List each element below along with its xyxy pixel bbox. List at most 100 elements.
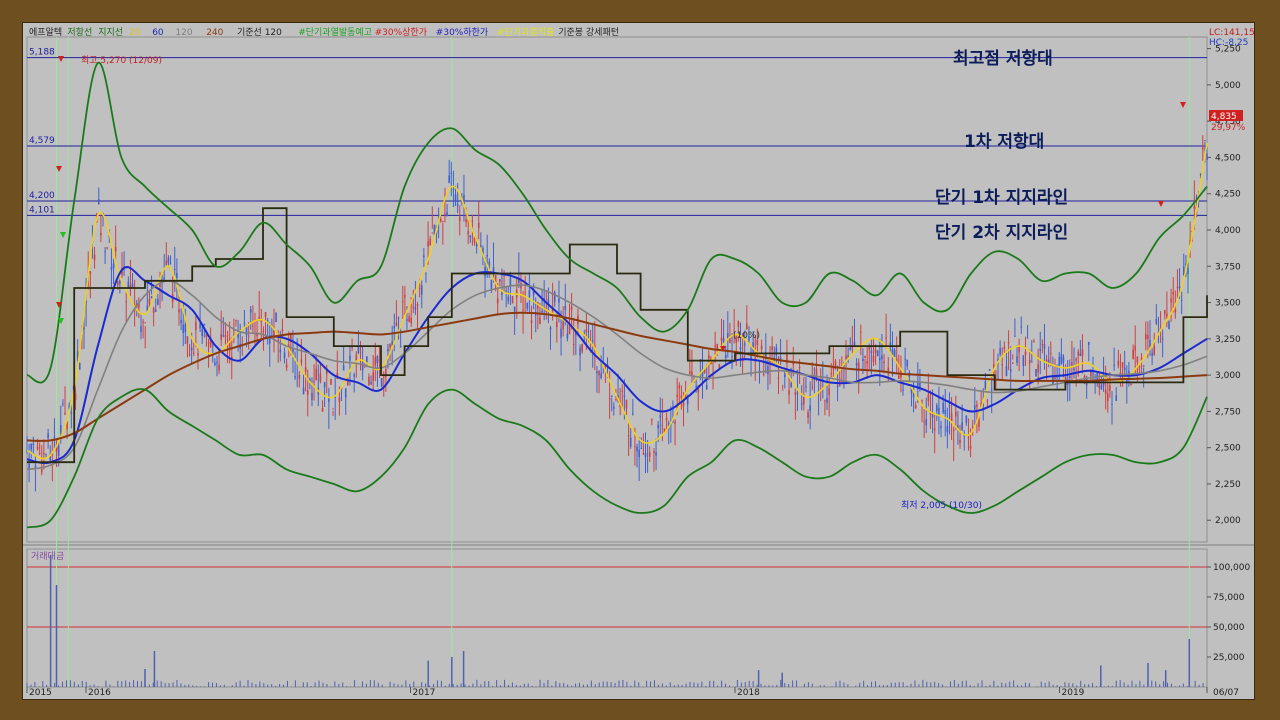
candle-body <box>608 398 611 400</box>
candle-body <box>104 251 106 253</box>
candle-body <box>1176 286 1179 288</box>
candle-body <box>613 406 615 409</box>
y-tick-label: 4,500 <box>1215 153 1241 163</box>
y-tick-label: 4,250 <box>1215 190 1241 200</box>
candle-body <box>408 316 410 322</box>
price-panel <box>26 36 1208 543</box>
candle-body <box>431 232 434 234</box>
candle-body <box>140 325 142 333</box>
candle-body <box>47 433 49 439</box>
candle-body <box>777 377 780 379</box>
candle-body <box>127 281 130 288</box>
candle-body <box>148 299 151 305</box>
y-tick-label: 4,000 <box>1215 226 1241 236</box>
candle-body <box>486 254 488 257</box>
candle-body <box>378 359 381 361</box>
candle-body <box>1100 385 1103 390</box>
candle-body <box>836 385 839 387</box>
toolbar-item: 20 <box>129 28 141 38</box>
candle-body <box>509 278 512 287</box>
candle-body <box>627 435 630 437</box>
candle-body <box>864 355 866 359</box>
candle-body <box>1147 335 1149 339</box>
candle-body <box>826 397 828 403</box>
toolbar-item: #30%상한가 <box>375 27 427 38</box>
toolbar-item: #단기과열적출 <box>497 26 554 38</box>
candle-body <box>1009 369 1012 372</box>
candle-body <box>114 246 117 252</box>
candle-body <box>1005 366 1008 376</box>
y-tick-label: 5,000 <box>1215 81 1241 91</box>
candle-body <box>372 372 374 381</box>
candle-body <box>893 349 896 357</box>
candle-body <box>1172 292 1175 295</box>
candle-body <box>857 362 860 370</box>
candle-body <box>1039 349 1042 351</box>
candle-body <box>89 271 92 275</box>
candle-body <box>186 336 189 344</box>
candle-body <box>1123 367 1126 371</box>
toolbar-item: 240 <box>206 28 223 38</box>
toolbar-item: 기준봉 강세패턴 <box>558 27 619 38</box>
candle-body <box>585 329 588 333</box>
candle-body <box>70 411 73 414</box>
candle-body <box>1049 353 1052 355</box>
vol-tick-label: 25,000 <box>1213 653 1245 663</box>
candle-body <box>811 386 814 388</box>
price-lc: LC:141,15 <box>1209 28 1254 38</box>
candle-body <box>657 424 659 428</box>
toolbar-item: 에프알텍 <box>29 27 62 38</box>
candle-body <box>507 296 510 302</box>
toolbar-item: 60 <box>152 28 164 38</box>
candle-body <box>834 361 837 370</box>
candle-body <box>731 356 733 358</box>
candle-body <box>40 469 43 473</box>
candle-body <box>566 333 569 339</box>
y-tick-label: 2,000 <box>1215 516 1241 526</box>
candle-body <box>1030 361 1033 363</box>
candle-body <box>456 204 459 206</box>
candle-body <box>955 411 957 417</box>
candle-body <box>275 313 277 323</box>
candle-body <box>446 212 448 217</box>
candle-body <box>1178 286 1181 289</box>
candle-body <box>220 333 223 340</box>
candle-body <box>1060 354 1063 365</box>
y-tick-label: 3,000 <box>1215 371 1241 381</box>
candle-body <box>1113 364 1115 366</box>
toolbar-item: #단기과열발동예고 <box>298 27 372 38</box>
candle-body <box>43 453 45 455</box>
x-tick-label: 2016 <box>88 688 111 698</box>
candle-body <box>332 408 334 410</box>
candle-body <box>427 241 429 247</box>
candle-body <box>262 330 265 332</box>
candle-body <box>986 400 989 402</box>
candle-body <box>638 449 640 458</box>
candle-body <box>674 421 676 424</box>
candle-body <box>621 390 624 392</box>
candle-body <box>32 444 35 446</box>
candle-body <box>1090 371 1092 376</box>
candle-body <box>97 199 100 205</box>
candle-body <box>689 371 691 374</box>
candle-body <box>279 349 282 353</box>
candle-body <box>1187 267 1189 275</box>
candle-body <box>999 348 1001 355</box>
x-tick-label: 2018 <box>737 688 760 698</box>
chart-svg[interactable]: 에프알텍 저항선 지지선 20 60 120 240 기준선 120 #단기과열발동예고 #30%… <box>23 23 1254 699</box>
candle-body <box>298 374 301 379</box>
candle-body <box>872 355 875 362</box>
candle-body <box>879 358 881 361</box>
candle-body <box>581 343 583 352</box>
candle-body <box>792 363 795 365</box>
candle-body <box>623 395 626 397</box>
candle-body <box>988 369 991 371</box>
candle-body <box>306 390 309 395</box>
candle-body <box>100 232 102 236</box>
candle-body <box>167 257 170 263</box>
candle-body <box>321 407 324 412</box>
candle-body <box>83 326 85 330</box>
candle-body <box>488 261 491 266</box>
candle-body <box>450 172 453 175</box>
candle-body <box>368 376 370 385</box>
